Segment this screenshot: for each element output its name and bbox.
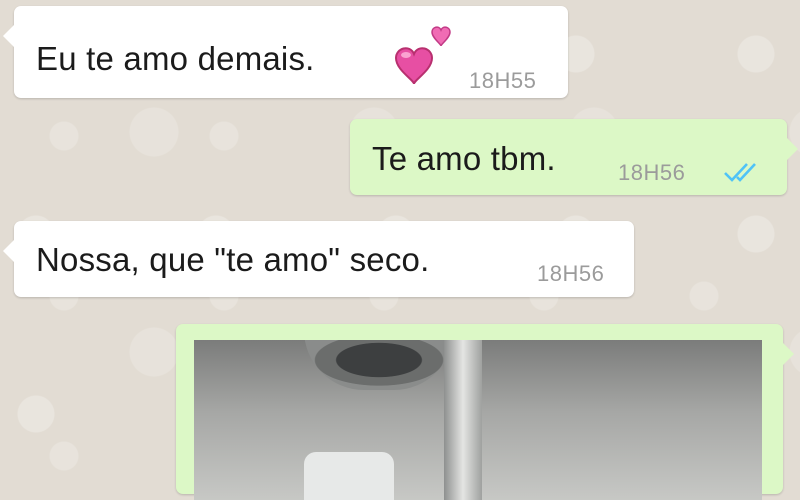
message-text: Eu te amo demais. [36,40,315,77]
chat-area[interactable]: Eu te amo demais. 18H55 Te amo tbm. 18H5… [0,0,800,500]
message-text: Te amo tbm. [372,140,556,177]
message-bubble-image[interactable] [176,324,794,500]
message-timestamp: 18H56 [537,261,605,286]
photo-object-shape [304,452,394,500]
two-hearts-icon [388,24,458,88]
photo-pipe-shape [444,340,482,500]
message-text: Nossa, que "te amo" seco. [36,241,430,278]
photo-drain-shape [304,340,454,390]
read-double-check-icon [723,159,767,185]
message-timestamp: 18H55 [469,68,537,93]
message-photo[interactable] [194,340,762,500]
message-bubble-incoming[interactable]: Eu te amo demais. 18H55 [3,6,568,98]
message-bubble-incoming[interactable]: Nossa, que "te amo" seco. 18H56 [3,221,634,297]
message-bubble-outgoing[interactable]: Te amo tbm. 18H56 [350,119,798,195]
message-timestamp: 18H56 [618,160,686,185]
